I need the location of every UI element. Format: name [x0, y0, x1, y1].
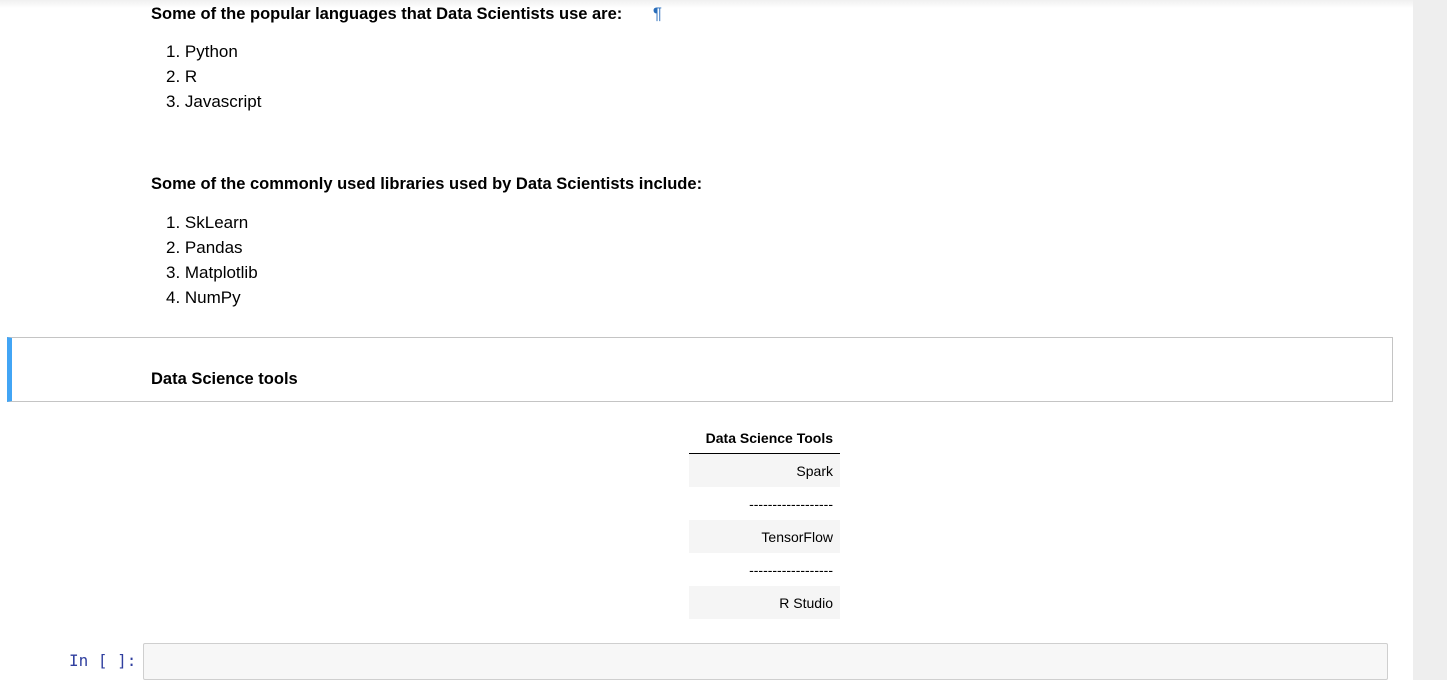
table-header: Data Science Tools [689, 423, 840, 454]
list-item: 2. R [166, 67, 198, 86]
code-input-area[interactable] [143, 643, 1388, 680]
table-row: ------------------ [689, 487, 840, 520]
table-row: Spark [689, 453, 840, 487]
libraries-list: 1. SkLearn 2. Pandas 3. Matplotlib 4. Nu… [166, 210, 258, 310]
table-cell: R Studio [689, 586, 840, 619]
page-side-margin [1413, 0, 1447, 680]
languages-heading-text: Some of the popular languages that Data … [151, 5, 623, 23]
pilcrow-anchor-link[interactable]: ¶ [653, 4, 662, 23]
table-cell: Spark [689, 453, 840, 487]
languages-heading: Some of the popular languages that Data … [151, 4, 662, 24]
table-row: ------------------ [689, 553, 840, 586]
tools-table: Data Science Tools Spark ---------------… [689, 423, 840, 619]
table-cell: ------------------ [689, 487, 840, 520]
list-item: 1. SkLearn [166, 213, 249, 232]
input-prompt: In [ ]: [69, 651, 137, 670]
list-item: 1. Python [166, 42, 238, 61]
tools-heading: Data Science tools [151, 370, 298, 388]
selected-markdown-cell[interactable]: Data Science tools [7, 337, 1393, 402]
table-row: TensorFlow [689, 520, 840, 553]
list-item: 3. Matplotlib [166, 263, 258, 282]
libraries-heading: Some of the commonly used libraries used… [151, 175, 703, 193]
table-cell: TensorFlow [689, 520, 840, 553]
table-row: R Studio [689, 586, 840, 619]
list-item: 2. Pandas [166, 238, 243, 257]
page: Some of the popular languages that Data … [0, 0, 1447, 680]
list-item: 3. Javascript [166, 92, 262, 111]
list-item: 4. NumPy [166, 288, 241, 307]
table-cell: ------------------ [689, 553, 840, 586]
notebook-container: Some of the popular languages that Data … [0, 0, 1413, 680]
languages-list: 1. Python 2. R 3. Javascript [166, 39, 261, 114]
